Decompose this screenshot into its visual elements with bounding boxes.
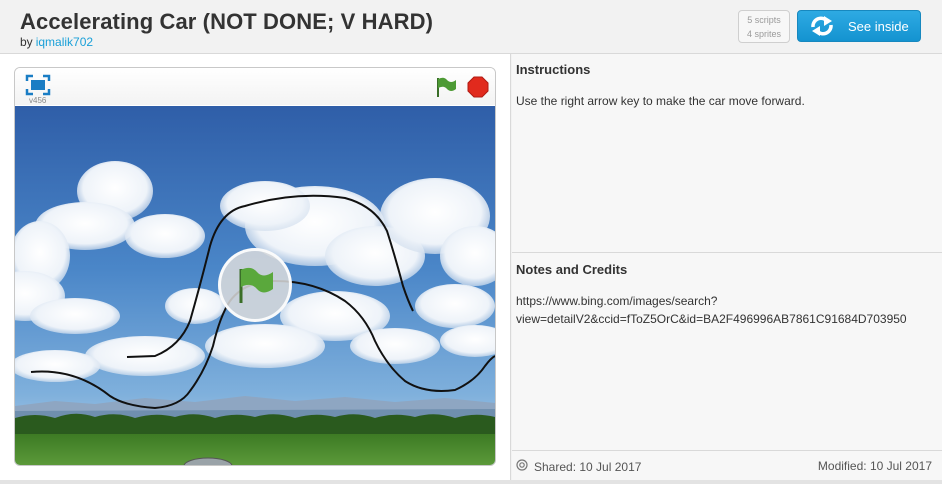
see-inside-button[interactable]: See inside bbox=[797, 10, 921, 42]
sprites-count: 4 sprites bbox=[746, 29, 781, 39]
instructions-title: Instructions bbox=[516, 62, 591, 77]
bottom-divider bbox=[0, 480, 942, 484]
big-green-flag-icon[interactable] bbox=[218, 248, 292, 322]
shared-icon bbox=[516, 459, 528, 474]
remix-arrows-icon bbox=[804, 14, 840, 38]
modified-date: Modified: 10 Jul 2017 bbox=[817, 459, 932, 473]
notes-text: https://www.bing.com/images/search? view… bbox=[516, 292, 907, 328]
scratch-player: v456 bbox=[14, 67, 496, 466]
shared-date: Shared: 10 Jul 2017 bbox=[516, 459, 641, 474]
scripts-count: 5 scripts bbox=[747, 15, 781, 25]
fullscreen-icon[interactable] bbox=[25, 74, 51, 96]
byline: by iqmalik702 bbox=[20, 35, 93, 49]
see-inside-label: See inside bbox=[848, 18, 909, 34]
project-header: Accelerating Car (NOT DONE; V HARD) by iq… bbox=[0, 0, 942, 54]
stop-icon[interactable] bbox=[467, 76, 489, 98]
notes-title: Notes and Credits bbox=[516, 262, 628, 277]
project-stats: 5 scripts 4 sprites bbox=[738, 10, 790, 43]
notes-section: Notes and Credits https://www.bing.com/i… bbox=[512, 254, 942, 450]
author-link[interactable]: iqmalik702 bbox=[36, 35, 93, 49]
instructions-section: Instructions Use the right arrow key to … bbox=[512, 54, 942, 253]
notes-line-1: https://www.bing.com/images/search? bbox=[516, 294, 718, 308]
by-label: by bbox=[20, 35, 33, 49]
project-title: Accelerating Car (NOT DONE; V HARD) bbox=[20, 9, 434, 34]
notes-line-2: view=detailV2&ccid=fToZ5OrC&id=BA2F49699… bbox=[516, 312, 907, 326]
green-flag-icon[interactable] bbox=[434, 76, 458, 98]
version-label: v456 bbox=[29, 96, 47, 105]
instructions-text: Use the right arrow key to make the car … bbox=[516, 94, 805, 108]
shared-text: Shared: 10 Jul 2017 bbox=[534, 459, 642, 474]
project-dates: Shared: 10 Jul 2017 Modified: 10 Jul 201… bbox=[512, 450, 942, 480]
stage-canvas[interactable] bbox=[15, 106, 495, 465]
player-toolbar: v456 bbox=[15, 68, 495, 105]
player-panel: v456 bbox=[0, 54, 511, 480]
project-info-panel: Instructions Use the right arrow key to … bbox=[512, 54, 942, 480]
